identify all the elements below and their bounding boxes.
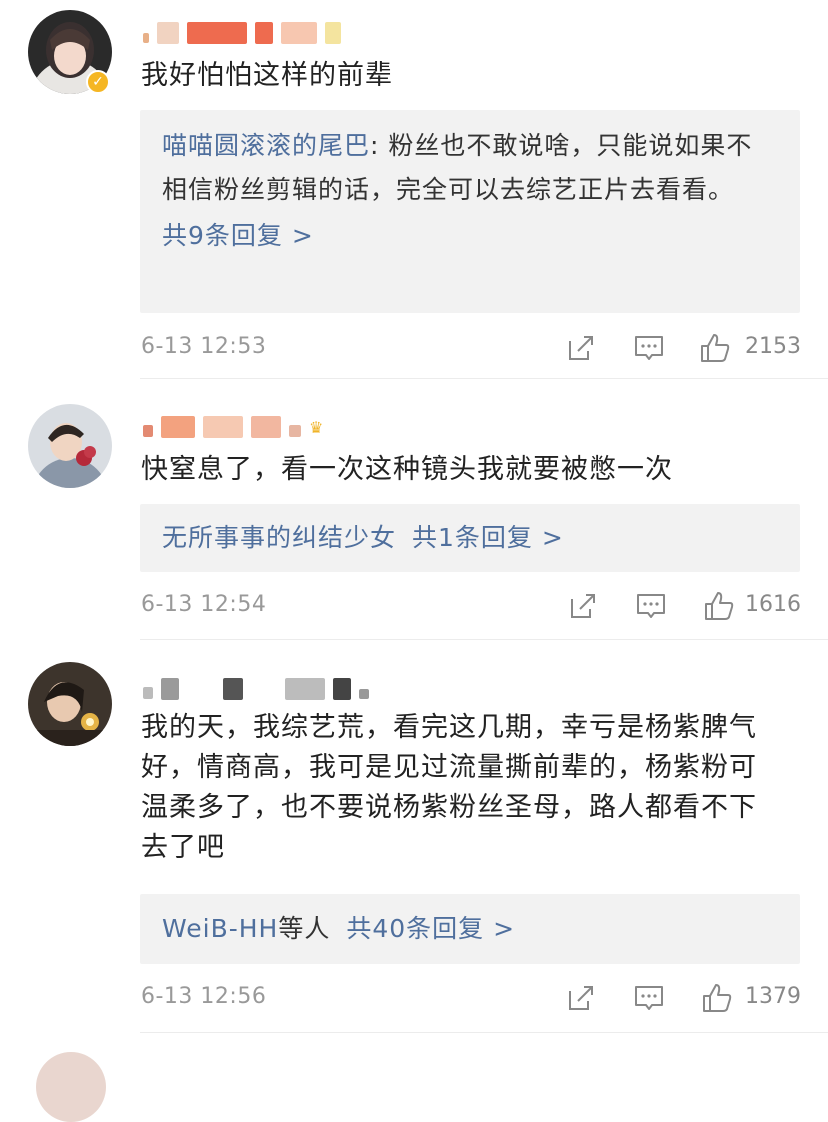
- comment-icon[interactable]: [633, 332, 665, 364]
- share-icon[interactable]: [565, 982, 597, 1014]
- divider: [140, 1032, 828, 1033]
- avatar[interactable]: [28, 404, 112, 488]
- view-replies-link[interactable]: 共9条回复 >: [162, 214, 778, 258]
- username-redacted[interactable]: [143, 18, 341, 48]
- comment-meta: 6-13 12:53 2153: [141, 328, 801, 368]
- comment-icon[interactable]: [633, 982, 665, 1014]
- view-replies-link[interactable]: 共40条回复 >: [346, 914, 515, 943]
- username-redacted[interactable]: [143, 674, 369, 704]
- reply-preview[interactable]: 喵喵圆滚滚的尾巴: 粉丝也不敢说啥，只能说如果不相信粉丝剪辑的话，完全可以去综艺…: [140, 110, 800, 313]
- comment-meta: 6-13 12:54 1616: [141, 586, 801, 626]
- share-icon[interactable]: [565, 332, 597, 364]
- reply-content: 无所事事的纠结少女 共1条回复 >: [162, 516, 778, 560]
- comment-item: ♛ 快窒息了，看一次这种镜头我就要被憋一次 无所事事的纠结少女 共1条回复 > 6…: [0, 380, 828, 640]
- verified-badge-icon: ✓: [86, 70, 110, 94]
- view-replies-link[interactable]: 共1条回复 >: [412, 523, 564, 552]
- comment-text: 快窒息了，看一次这种镜头我就要被憋一次: [141, 454, 673, 485]
- comment-item: 我的天，我综艺荒，看完这几期，幸亏是杨紫脾气好，情商高，我可是见过流量撕前辈的，…: [0, 640, 828, 1040]
- username-redacted[interactable]: ♛: [143, 412, 323, 442]
- like-count: 2153: [745, 334, 801, 359]
- reply-author[interactable]: 无所事事的纠结少女: [162, 523, 396, 552]
- crown-icon: ♛: [309, 417, 324, 437]
- reply-content: 喵喵圆滚滚的尾巴: 粉丝也不敢说啥，只能说如果不相信粉丝剪辑的话，完全可以去综艺…: [162, 124, 778, 212]
- like-icon[interactable]: [699, 332, 731, 364]
- reply-author[interactable]: 喵喵圆滚滚的尾巴: [162, 131, 370, 160]
- like-icon[interactable]: [703, 590, 735, 622]
- comment-icon[interactable]: [635, 590, 667, 622]
- comment-date: 6-13 12:54: [141, 592, 267, 617]
- reply-content: WeiB-HH等人 共40条回复 >: [162, 907, 778, 951]
- divider: [140, 378, 828, 379]
- comment-text: 我好怕怕这样的前辈: [141, 60, 393, 91]
- reply-separator: :: [370, 131, 389, 160]
- comment-date: 6-13 12:56: [141, 984, 267, 1009]
- comment-date: 6-13 12:53: [141, 334, 267, 359]
- avatar[interactable]: [36, 1052, 106, 1122]
- like-count: 1616: [745, 592, 801, 617]
- comment-item: ✓ 我好怕怕这样的前辈 喵喵圆滚滚的尾巴: 粉丝也不敢说啥，只能说如果不相信粉丝…: [0, 0, 828, 380]
- avatar[interactable]: [28, 662, 112, 746]
- comment-meta: 6-13 12:56 1379: [141, 978, 801, 1018]
- reply-preview[interactable]: 无所事事的纠结少女 共1条回复 >: [140, 504, 800, 572]
- reply-author-suffix: 等人: [278, 914, 331, 943]
- reply-preview[interactable]: WeiB-HH等人 共40条回复 >: [140, 894, 800, 964]
- like-icon[interactable]: [701, 982, 733, 1014]
- comment-text: 我的天，我综艺荒，看完这几期，幸亏是杨紫脾气好，情商高，我可是见过流量撕前辈的，…: [141, 712, 757, 863]
- share-icon[interactable]: [567, 590, 599, 622]
- reply-author[interactable]: WeiB-HH: [162, 914, 278, 943]
- like-count: 1379: [745, 984, 801, 1009]
